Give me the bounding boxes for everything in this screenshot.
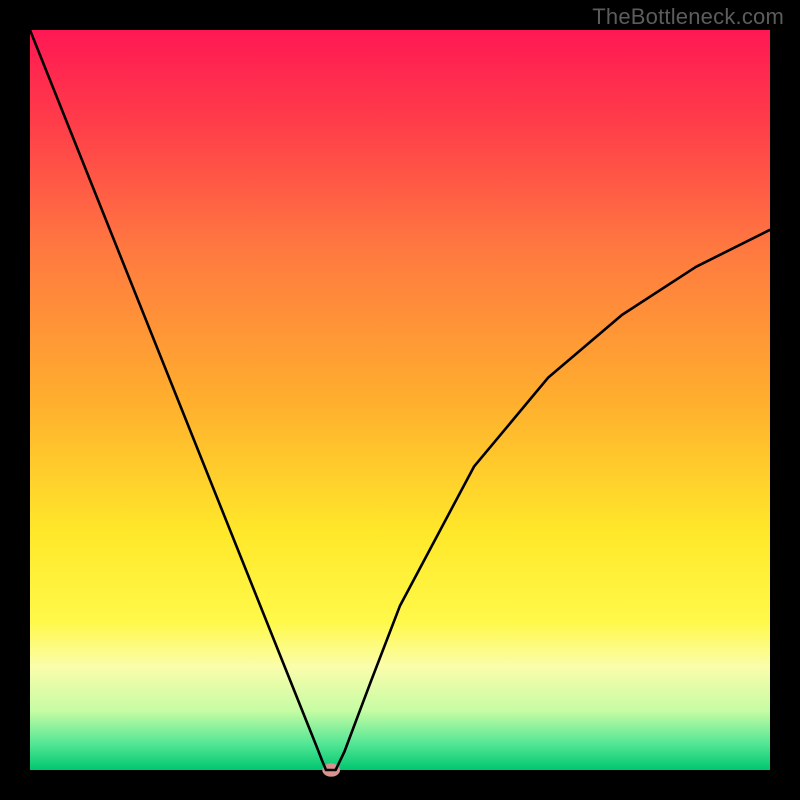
plot-background <box>30 30 770 770</box>
bottleneck-chart <box>0 0 800 800</box>
chart-container: TheBottleneck.com <box>0 0 800 800</box>
